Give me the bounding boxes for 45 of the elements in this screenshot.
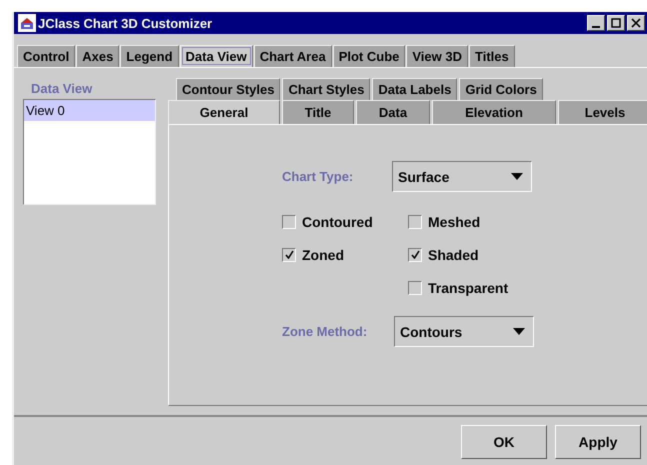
chart-app-icon <box>18 14 36 32</box>
tab[interactable]: Control <box>17 45 76 67</box>
checkbox-box[interactable] <box>408 214 422 228</box>
close-button[interactable] <box>627 15 645 31</box>
tab[interactable]: Levels <box>558 100 647 124</box>
tab[interactable]: Legend <box>120 45 179 67</box>
checkbox[interactable]: Contoured <box>282 212 408 231</box>
checkbox-box[interactable] <box>408 280 422 294</box>
tab[interactable]: General <box>168 100 280 124</box>
zone-method-dropdown[interactable]: Contours <box>394 316 534 347</box>
tab[interactable]: View 3D <box>406 45 468 67</box>
caret-icon <box>511 173 523 180</box>
tab[interactable]: Chart Area <box>254 45 332 67</box>
data-view-label: Data View <box>30 81 94 96</box>
tab[interactable]: Grid Colors <box>459 78 543 100</box>
tab[interactable]: Contour Styles <box>176 78 280 100</box>
maximize-icon <box>611 18 621 28</box>
checkbox[interactable]: Shaded <box>408 245 534 264</box>
dialog-button[interactable]: OK <box>461 425 547 459</box>
tab[interactable]: Data Labels <box>372 78 458 100</box>
tab[interactable]: Chart Styles <box>282 78 370 100</box>
tab[interactable]: Data <box>356 100 430 124</box>
checkbox[interactable]: Transparent <box>408 278 534 297</box>
checkbox[interactable]: Meshed <box>408 212 534 231</box>
minimize-icon <box>592 26 600 28</box>
checkbox[interactable]: Zoned <box>282 245 408 264</box>
minimize-button[interactable] <box>587 15 605 31</box>
zone-method-label: Zone Method: <box>282 324 368 339</box>
dialog-button[interactable]: Apply <box>555 425 641 459</box>
checkbox-box[interactable] <box>408 248 422 262</box>
chart-type-dropdown[interactable]: Surface <box>392 161 532 192</box>
list-item[interactable]: View 0 <box>24 100 155 121</box>
window-title: JClass Chart 3D Customizer <box>38 16 214 30</box>
tab[interactable]: Plot Cube <box>332 45 406 67</box>
tab[interactable]: Data View <box>180 45 253 67</box>
tab[interactable]: Title <box>282 100 354 124</box>
tab[interactable]: Axes <box>76 45 120 67</box>
checkbox-box[interactable] <box>282 248 296 262</box>
close-icon <box>631 18 641 28</box>
chart-type-label: Chart Type: <box>282 169 354 184</box>
tab[interactable]: Elevation <box>432 100 556 124</box>
caret-icon <box>513 328 525 335</box>
maximize-button[interactable] <box>607 15 625 31</box>
checkbox-box[interactable] <box>282 214 296 228</box>
tab[interactable]: Titles <box>469 45 515 67</box>
